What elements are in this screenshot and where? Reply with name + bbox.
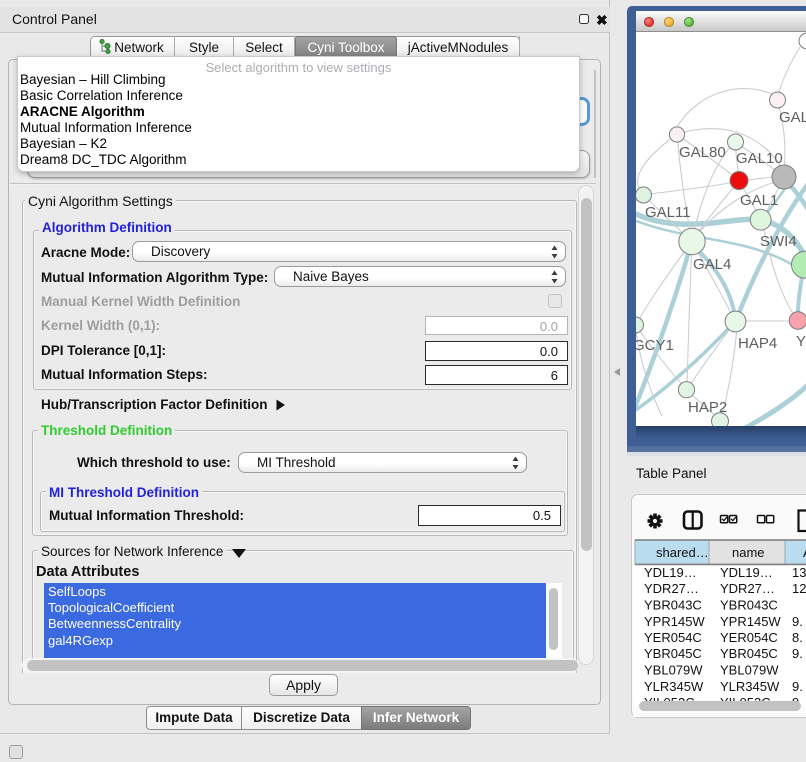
svg-text:GAL7: GAL7 (779, 109, 806, 126)
svg-text:13: 13 (792, 565, 806, 580)
svg-text:12: 12 (792, 581, 806, 596)
svg-text:HAP2: HAP2 (688, 399, 727, 416)
svg-text:8.: 8. (792, 630, 803, 645)
svg-text:9.: 9. (792, 614, 803, 629)
svg-text:GAL80: GAL80 (679, 144, 726, 161)
svg-text:YDR27…: YDR27… (644, 581, 699, 596)
svg-text:YBL079W: YBL079W (644, 663, 703, 678)
svg-text:GAL4: GAL4 (693, 256, 731, 273)
svg-text:YBR045C: YBR045C (644, 646, 702, 661)
svg-text:YPR145W: YPR145W (720, 614, 781, 629)
svg-text:GAL11: GAL11 (645, 204, 691, 221)
svg-text:HAP4: HAP4 (738, 335, 777, 352)
svg-text:9.: 9. (792, 679, 803, 694)
svg-text:9.: 9. (792, 646, 803, 661)
svg-text:SWI4: SWI4 (760, 233, 797, 250)
svg-text:YPR145W: YPR145W (644, 614, 705, 629)
svg-text:YLR345W: YLR345W (720, 679, 780, 694)
svg-text:name: name (732, 545, 765, 560)
svg-text:Y: Y (796, 333, 806, 350)
svg-text:shared…: shared… (656, 545, 709, 560)
svg-text:YBR043C: YBR043C (720, 598, 778, 613)
svg-text:YDL19…: YDL19… (644, 565, 697, 580)
svg-text:YLR345W: YLR345W (644, 679, 704, 694)
svg-text:YBL079W: YBL079W (720, 663, 779, 678)
svg-text:GAL10: GAL10 (736, 150, 783, 167)
svg-text:YBR043C: YBR043C (644, 598, 702, 613)
svg-text:YBR045C: YBR045C (720, 646, 778, 661)
svg-text:YDR27…: YDR27… (720, 581, 775, 596)
svg-text:YER054C: YER054C (644, 630, 702, 645)
svg-text:GAL1: GAL1 (740, 192, 778, 209)
svg-text:YER054C: YER054C (720, 630, 778, 645)
svg-text:YDL19…: YDL19… (720, 565, 773, 580)
svg-text:GCY1: GCY1 (636, 337, 674, 354)
